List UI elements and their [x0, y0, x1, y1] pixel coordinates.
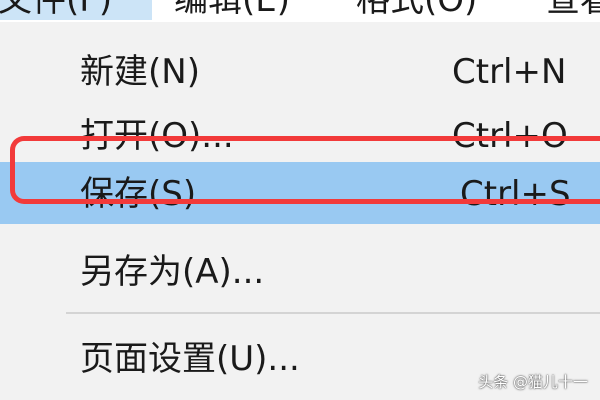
menu-edit[interactable]: 编辑(E) — [168, 0, 296, 20]
menu-item-label: 页面设置(U)... — [80, 339, 300, 379]
menu-item-label: 保存(S) — [80, 174, 197, 214]
menu-file[interactable]: 文件(F) — [0, 0, 152, 20]
menu-item-new[interactable]: 新建(N) Ctrl+N — [0, 40, 600, 102]
menu-separator — [66, 312, 600, 314]
menu-bar: 文件(F) 编辑(E) 格式(O) 查看 — [0, 0, 600, 22]
menu-item-save[interactable]: 保存(S) Ctrl+S — [0, 162, 600, 224]
menu-item-shortcut: Ctrl+S — [460, 174, 571, 214]
menu-item-shortcut: Ctrl+N — [452, 52, 567, 92]
menu-item-label: 打开(O)... — [80, 116, 234, 156]
menu-item-shortcut: Ctrl+O — [452, 116, 568, 156]
menu-item-open[interactable]: 打开(O)... Ctrl+O — [0, 104, 600, 166]
menu-view[interactable]: 查看 — [540, 0, 600, 20]
watermark: 头条 @猫儿十一 — [478, 373, 588, 391]
menu-format[interactable]: 格式(O) — [350, 0, 483, 20]
menu-item-save-as[interactable]: 另存为(A)... — [0, 240, 600, 302]
file-dropdown-menu: 新建(N) Ctrl+N 打开(O)... Ctrl+O 保存(S) Ctrl+… — [0, 22, 600, 400]
menu-item-label: 新建(N) — [80, 52, 200, 92]
menu-item-label: 另存为(A)... — [80, 252, 265, 292]
